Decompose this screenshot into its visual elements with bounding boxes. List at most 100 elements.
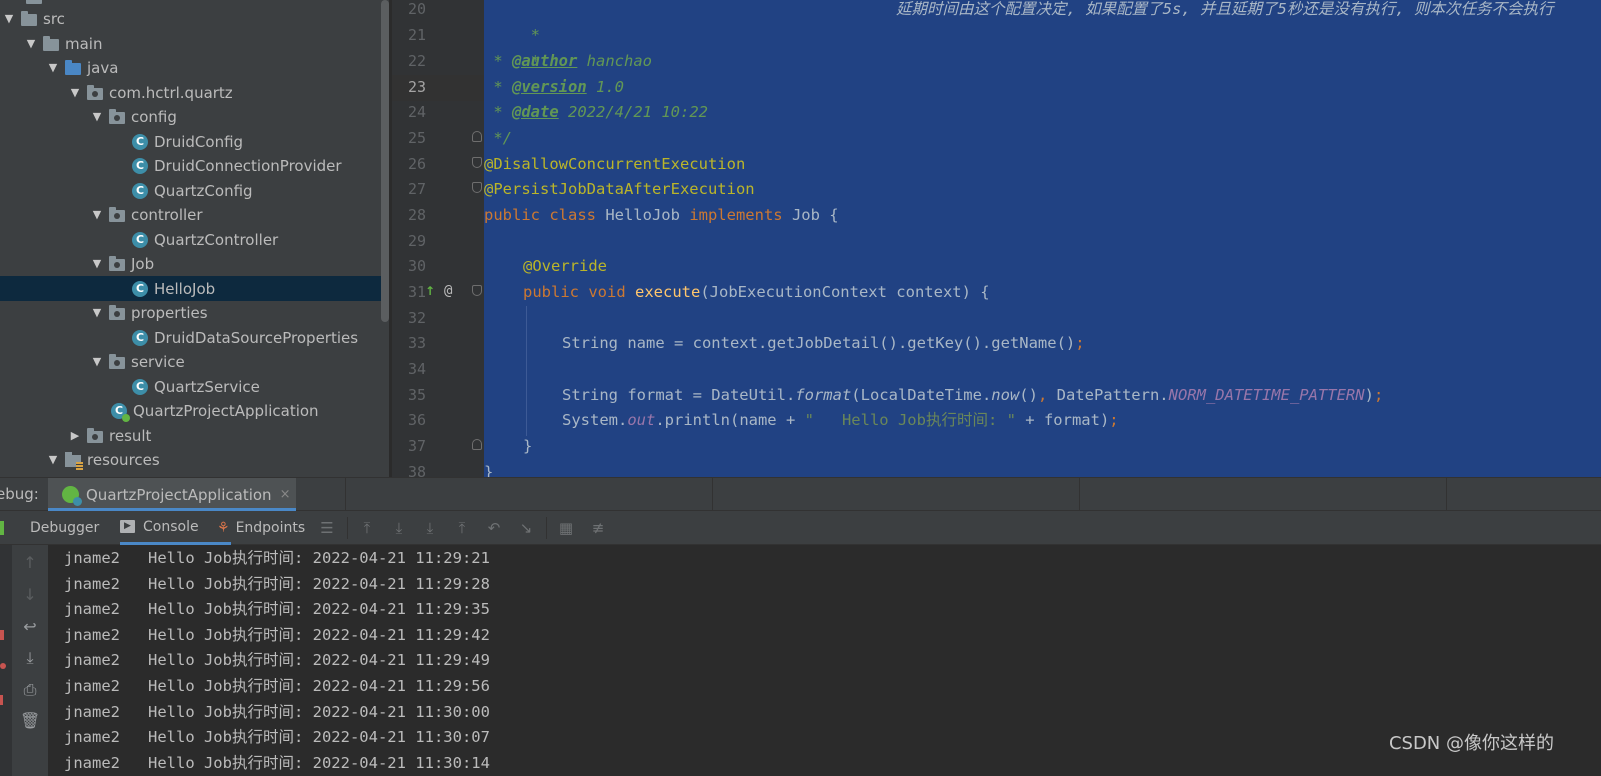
comment-text: hanchao [577, 52, 652, 70]
expand-arrow-icon[interactable]: ▼ [24, 37, 38, 50]
package-icon [109, 353, 125, 369]
drop-frame-icon[interactable]: ↶ [485, 519, 503, 537]
code-editor[interactable]: * 延期时间由这个配置决定, 如果配置了5s, 并且延期了5秒还是没有执行, 则… [484, 0, 1601, 487]
semicolon-text: ; [1373, 386, 1384, 404]
tree-item-label: properties [131, 303, 208, 322]
expand-arrow-icon[interactable]: ▼ [90, 306, 104, 319]
run-to-cursor-icon[interactable]: ↘ [517, 519, 535, 537]
tree-item-label: DruidConfig [154, 132, 244, 151]
fold-marker-icon[interactable] [472, 285, 482, 296]
scroll-to-end-icon[interactable]: ⤓ [20, 648, 40, 668]
tree-scrollbar[interactable] [381, 0, 389, 322]
implements-method-icon[interactable]: ↑ [425, 284, 443, 300]
annotation-text: @PersistJobDataAfterExecution [484, 180, 755, 198]
keyword-text: public void [523, 283, 626, 301]
tree-item-main[interactable]: ▼ main [0, 31, 389, 56]
code-line-20: * [484, 0, 540, 44]
code-text: } [523, 437, 533, 455]
console-output[interactable]: jname2 Hello Job执行时间: 2022-04-21 11:29:2… [48, 545, 1601, 776]
tree-item-src[interactable]: ▼ src [0, 6, 389, 31]
line-number: 21 [408, 26, 427, 44]
comment-text: 2022/4/21 10:22 [558, 103, 708, 121]
line-number: 25 [408, 129, 427, 147]
line-number-current: 23 [408, 78, 427, 96]
tree-item-label: com.hctrl.quartz [109, 83, 233, 102]
tree-item-config[interactable]: ▼ config [0, 104, 389, 129]
line-number: 34 [408, 360, 427, 378]
collapse-arrow-icon[interactable]: ▶ [68, 429, 82, 442]
fold-marker-icon[interactable] [472, 439, 482, 450]
javadoc-tag: @author [512, 52, 578, 70]
expand-arrow-icon[interactable]: ▼ [2, 12, 16, 25]
expand-arrow-icon[interactable]: ▼ [68, 86, 82, 99]
javadoc-tag: @version [512, 78, 587, 96]
line-number: 22 [408, 52, 427, 70]
tree-item-java[interactable]: ▼ java [0, 55, 389, 80]
tree-item-controller[interactable]: ▼ controller [0, 202, 389, 227]
folder-icon [26, 0, 42, 4]
clear-all-icon[interactable]: 🗑 [20, 711, 40, 731]
tree-item-druidconnectionprovider[interactable]: C DruidConnectionProvider [0, 153, 389, 178]
tree-item-hellojob[interactable]: C HelloJob [0, 276, 389, 301]
print-icon[interactable]: ⎙ [20, 680, 40, 700]
breakpoint-icon[interactable] [0, 663, 6, 669]
trace-stream-icon[interactable]: ≢ [589, 519, 607, 537]
code-text: (JobExecutionContext context) { [700, 283, 990, 301]
tree-item-job[interactable]: ▼ Job [0, 251, 389, 276]
class-icon: C [132, 133, 148, 150]
step-over-icon[interactable]: ⤓ [390, 519, 408, 537]
soft-wrap-icon[interactable]: ↩ [20, 617, 40, 637]
code-text: () [1019, 386, 1038, 404]
tree-item-quartzservice[interactable]: C QuartzService [0, 374, 389, 399]
up-arrow-icon[interactable]: ↑ [20, 553, 40, 573]
class-name-text: HelloJob [595, 206, 690, 224]
layout-menu-icon[interactable]: ☰ [318, 519, 336, 537]
debug-tool-window-header: ebug: QuartzProjectApplication × [0, 477, 1601, 511]
tree-item-druiddatasourceproperties[interactable]: C DruidDataSourceProperties [0, 325, 389, 350]
separator [712, 478, 713, 511]
tree-item-resources[interactable]: ▼ resources [0, 447, 389, 472]
expand-arrow-icon[interactable]: ▼ [90, 110, 104, 123]
tree-item-label: QuartzService [154, 377, 260, 396]
run-config-tab[interactable]: QuartzProjectApplication × [48, 478, 296, 511]
package-icon [109, 304, 125, 320]
tree-item-quartzprojectapplication[interactable]: C QuartzProjectApplication [0, 398, 389, 423]
stop-icon[interactable] [0, 630, 4, 640]
tree-item-quartzconfig[interactable]: C QuartzConfig [0, 178, 389, 203]
keyword-text: public class [484, 206, 596, 224]
tree-item-result[interactable]: ▶ result [0, 423, 389, 448]
tree-item-service[interactable]: ▼ service [0, 349, 389, 374]
fold-marker-icon[interactable] [472, 182, 482, 193]
annotation-icon[interactable]: @ [444, 283, 452, 299]
evaluate-expression-icon[interactable]: ▦ [557, 519, 575, 537]
down-arrow-icon[interactable]: ↓ [20, 585, 40, 605]
resources-folder-icon [65, 451, 83, 470]
step-out-icon[interactable]: ⤒ [453, 519, 471, 537]
tree-item-druidconfig[interactable]: C DruidConfig [0, 129, 389, 154]
tree-item-package-root[interactable]: ▼ com.hctrl.quartz [0, 80, 389, 105]
expand-arrow-icon[interactable]: ▼ [46, 453, 60, 466]
line-number: 29 [408, 232, 427, 250]
spring-boot-icon [62, 486, 82, 506]
tree-item-label: result [109, 426, 152, 445]
tab-console[interactable]: ▶ Console [120, 511, 231, 545]
mute-breakpoints-icon[interactable] [0, 695, 3, 705]
expand-arrow-icon[interactable]: ▼ [90, 257, 104, 270]
code-line-21: * [484, 22, 540, 70]
expand-arrow-icon[interactable]: ▼ [90, 355, 104, 368]
semicolon-text: ; [1075, 334, 1085, 352]
show-execution-point-icon[interactable]: ⤒ [358, 519, 376, 537]
console-line: jname2 Hello Job执行时间: 2022-04-21 11:30:0… [64, 728, 490, 746]
fold-marker-icon[interactable] [472, 157, 482, 168]
tree-item-properties[interactable]: ▼ properties [0, 300, 389, 325]
expand-arrow-icon[interactable]: ▼ [90, 208, 104, 221]
tree-item-label: java [87, 58, 119, 77]
fold-marker-icon[interactable] [472, 131, 482, 142]
step-into-icon[interactable]: ⤓ [421, 519, 439, 537]
resume-icon[interactable] [0, 521, 4, 535]
expand-arrow-icon[interactable]: ▼ [46, 61, 60, 74]
tree-item-quartzcontroller[interactable]: C QuartzController [0, 227, 389, 252]
tab-debugger[interactable]: Debugger [30, 511, 99, 545]
close-icon[interactable]: × [280, 487, 291, 502]
tab-endpoints[interactable]: ⚘ Endpoints [217, 511, 305, 545]
